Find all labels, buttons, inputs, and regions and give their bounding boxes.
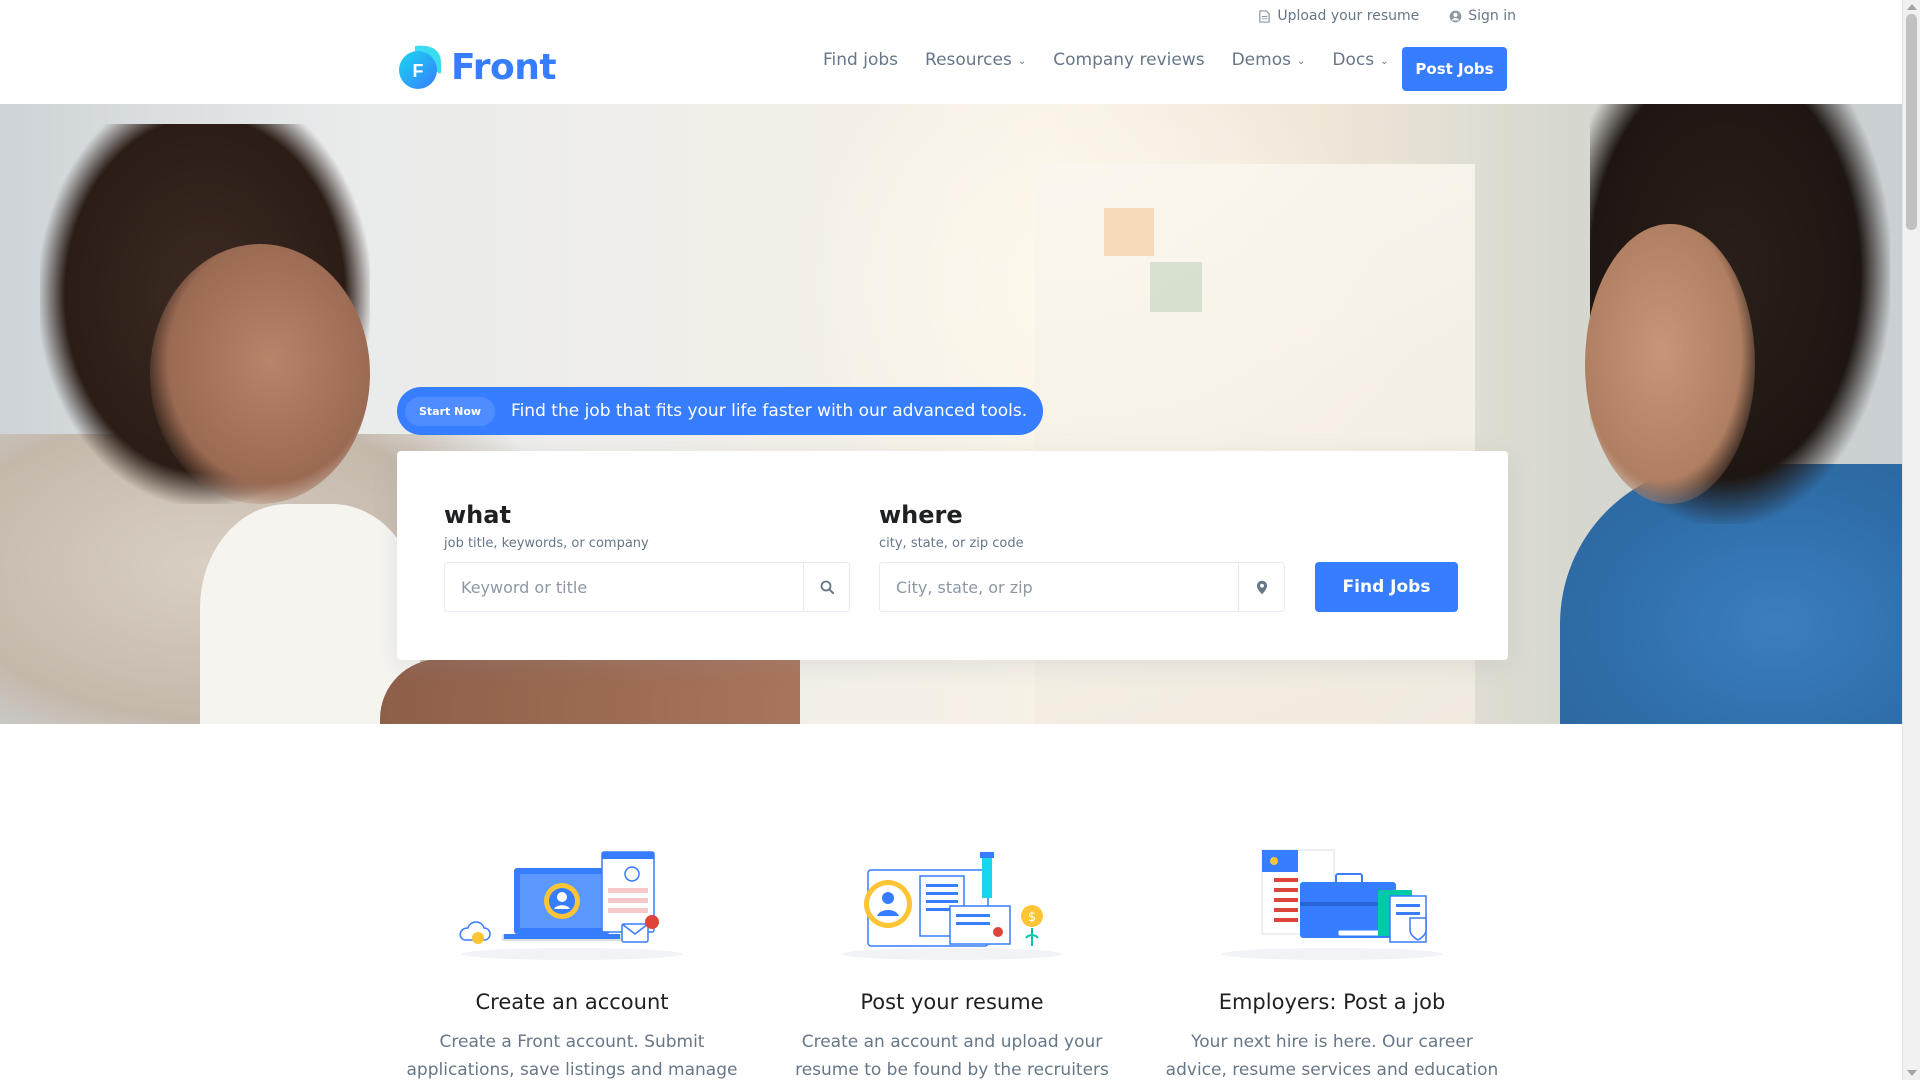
scrollbar-thumb[interactable] — [1906, 14, 1917, 230]
upload-resume-link[interactable]: Upload your resume — [1258, 8, 1419, 24]
sign-in-link[interactable]: Sign in — [1449, 8, 1516, 24]
front-logo-icon: F — [399, 45, 441, 89]
keyword-input[interactable] — [445, 563, 803, 611]
start-now-badge: Start Now — [405, 396, 496, 426]
what-input-group — [444, 562, 850, 612]
post-resume-illustration: $ — [842, 852, 1062, 960]
feature-create-account: Create an account Create a Front account… — [392, 846, 752, 1080]
nav-item-label: Find jobs — [823, 50, 899, 70]
nav-item-demos[interactable]: Demos ⌄ — [1232, 50, 1306, 70]
hero-sticky-note — [1104, 208, 1154, 256]
job-search-card: what job title, keywords, or company whe… — [397, 451, 1508, 660]
brand-logo[interactable]: F Front — [397, 44, 557, 90]
post-job-illustration — [1222, 849, 1442, 960]
chevron-down-icon: ⌄ — [1296, 55, 1306, 67]
feature-title: Post your resume — [860, 990, 1044, 1014]
upload-resume-label: Upload your resume — [1277, 8, 1420, 24]
hero-person-left-arm — [380, 659, 800, 724]
nav-item-label: Docs — [1332, 50, 1375, 70]
feature-description: Your next hire is here. Our career advic… — [1165, 1032, 1499, 1080]
hero-person-right-face — [1585, 224, 1755, 504]
hero-promo-banner[interactable]: Start Now Find the job that fits your li… — [397, 387, 1044, 435]
nav-item-label: Resources — [925, 50, 1012, 70]
main-nav: Find jobs Resources ⌄ Company reviews De… — [823, 50, 1388, 70]
nav-item-label: Demos — [1231, 50, 1291, 70]
map-pin-icon[interactable] — [1238, 563, 1284, 611]
feature-description: Create an account and upload your resume… — [795, 1032, 1109, 1080]
chevron-down-icon: ⌄ — [1017, 55, 1027, 67]
feature-title: Create an account — [475, 990, 669, 1014]
document-icon — [1259, 9, 1271, 23]
hero-person-left-face — [150, 244, 370, 504]
what-label: what — [444, 501, 511, 529]
user-circle-icon — [1449, 10, 1462, 22]
nav-item-find-jobs[interactable]: Find jobs — [823, 50, 898, 70]
feature-post-job: Employers: Post a job Your next hire is … — [1152, 846, 1512, 1080]
sign-in-label: Sign in — [1468, 8, 1516, 24]
feature-description: Create a Front account. Submit applicati… — [406, 1032, 738, 1080]
hero-sticky-note — [1150, 262, 1202, 312]
svg-text:$: $ — [1028, 910, 1036, 925]
post-jobs-button[interactable]: Post Jobs — [1402, 47, 1507, 91]
search-icon[interactable] — [803, 563, 849, 611]
where-input-group — [879, 562, 1285, 612]
feature-post-resume: $ Post your resume Create an account and… — [772, 846, 1132, 1080]
page-scrollbar[interactable] — [1902, 0, 1920, 1080]
top-utility-bar: Upload your resume Sign in — [1258, 8, 1516, 24]
create-account-illustration — [459, 851, 682, 960]
nav-item-docs[interactable]: Docs ⌄ — [1332, 50, 1388, 70]
scroll-down-arrow-icon[interactable] — [1907, 1070, 1917, 1076]
nav-item-resources[interactable]: Resources ⌄ — [925, 50, 1026, 70]
hero-tagline: Find the job that fits your life faster … — [511, 401, 1028, 421]
where-hint: city, state, or zip code — [879, 536, 1024, 551]
brand-name: Front — [451, 46, 557, 88]
nav-item-label: Company reviews — [1053, 50, 1205, 70]
location-input[interactable] — [880, 563, 1238, 611]
nav-item-company-reviews[interactable]: Company reviews — [1053, 50, 1204, 70]
scroll-up-arrow-icon[interactable] — [1907, 4, 1917, 10]
feature-title: Employers: Post a job — [1218, 990, 1446, 1014]
chevron-down-icon: ⌄ — [1380, 55, 1389, 67]
what-hint: job title, keywords, or company — [444, 536, 649, 551]
where-label: where — [879, 501, 963, 529]
logo-letter: F — [413, 61, 424, 81]
find-jobs-button[interactable]: Find Jobs — [1315, 562, 1458, 612]
